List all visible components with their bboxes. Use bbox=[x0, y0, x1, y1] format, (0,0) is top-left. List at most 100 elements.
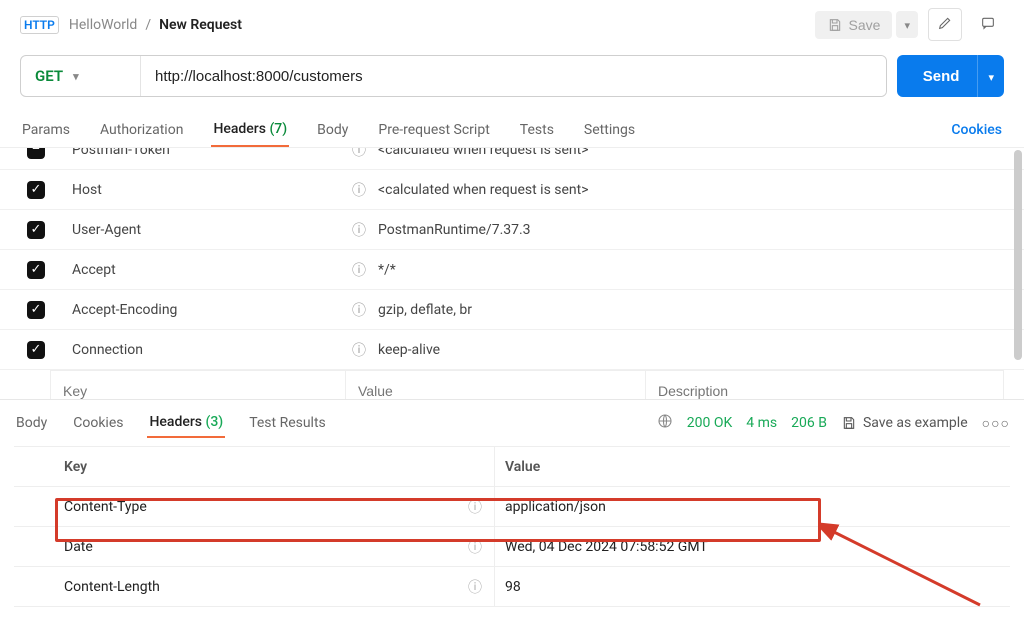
checkbox[interactable] bbox=[27, 221, 45, 239]
comments-button[interactable] bbox=[972, 9, 1004, 40]
tab-settings[interactable]: Settings bbox=[582, 114, 637, 146]
header-key[interactable]: User-Agent bbox=[72, 222, 352, 238]
info-icon[interactable]: ⓘ bbox=[468, 537, 494, 557]
header-desc-input[interactable] bbox=[646, 371, 1003, 400]
header-value[interactable]: */* bbox=[378, 262, 1024, 278]
resp-tab-cookies[interactable]: Cookies bbox=[71, 409, 125, 437]
cookies-link[interactable]: Cookies bbox=[949, 114, 1004, 146]
response-meta: 200 OK 4 ms 206 B Save as example ○○○ bbox=[657, 413, 1010, 433]
url-input[interactable] bbox=[141, 56, 886, 96]
save-button[interactable]: Save bbox=[815, 11, 893, 39]
resp-header-key: Date bbox=[64, 539, 468, 555]
resp-headers-count: (3) bbox=[205, 414, 223, 430]
info-icon[interactable]: ⓘ bbox=[352, 220, 378, 240]
header-input-row bbox=[50, 370, 1004, 400]
more-menu-button[interactable]: ○○○ bbox=[982, 415, 1010, 432]
request-tabs: Params Authorization Headers (7) Body Pr… bbox=[0, 109, 1024, 148]
header-value[interactable]: <calculated when request is sent> bbox=[378, 182, 1024, 198]
table-row: Dateⓘ Wed, 04 Dec 2024 07:58:52 GMT bbox=[14, 527, 1010, 567]
resp-header-value: 98 bbox=[505, 579, 521, 595]
header-value[interactable]: keep-alive bbox=[378, 342, 1024, 358]
url-group: GET ▾ bbox=[20, 55, 887, 97]
resp-tab-headers-label: Headers bbox=[149, 414, 202, 430]
send-dropdown-button[interactable]: ▾ bbox=[977, 55, 1004, 97]
method-label: GET bbox=[35, 67, 63, 85]
save-label: Save bbox=[849, 17, 881, 33]
breadcrumb: HelloWorld / New Request bbox=[69, 17, 242, 33]
method-select[interactable]: GET ▾ bbox=[21, 56, 141, 96]
http-badge: HTTP bbox=[20, 16, 59, 34]
table-row: Postman-Token ⓘ <calculated when request… bbox=[0, 148, 1024, 170]
checkbox[interactable] bbox=[27, 301, 45, 319]
table-row: Host ⓘ <calculated when request is sent> bbox=[0, 170, 1024, 210]
header-key[interactable]: Accept-Encoding bbox=[72, 302, 352, 318]
request-row: GET ▾ Send ▾ bbox=[0, 49, 1024, 109]
comment-icon bbox=[980, 15, 996, 31]
tab-prerequest[interactable]: Pre-request Script bbox=[376, 114, 491, 146]
resp-tab-testresults[interactable]: Test Results bbox=[247, 409, 328, 437]
header-key[interactable]: Connection bbox=[72, 342, 352, 358]
scrollbar-thumb[interactable] bbox=[1014, 150, 1022, 360]
breadcrumb-sep: / bbox=[145, 17, 151, 33]
table-row: Content-Typeⓘ application/json bbox=[14, 487, 1010, 527]
pencil-icon bbox=[937, 15, 953, 31]
header-key[interactable]: Host bbox=[72, 182, 352, 198]
response-tabs: Body Cookies Headers (3) Test Results 20… bbox=[0, 400, 1024, 446]
save-dropdown-button[interactable]: ▾ bbox=[896, 11, 918, 38]
col-key: Key bbox=[14, 459, 494, 475]
info-icon[interactable]: ⓘ bbox=[352, 300, 378, 320]
tab-headers[interactable]: Headers (7) bbox=[211, 113, 289, 147]
header-key[interactable]: Postman-Token bbox=[72, 148, 352, 158]
resp-tab-headers[interactable]: Headers (3) bbox=[147, 408, 225, 438]
resp-header-key: Content-Length bbox=[64, 579, 468, 595]
header-value[interactable]: <calculated when request is sent> bbox=[378, 148, 1024, 158]
checkbox[interactable] bbox=[27, 181, 45, 199]
info-icon[interactable]: ⓘ bbox=[352, 180, 378, 200]
send-group: Send ▾ bbox=[897, 55, 1004, 97]
edit-button[interactable] bbox=[928, 8, 962, 41]
resp-tab-body[interactable]: Body bbox=[14, 409, 49, 437]
tab-authorization[interactable]: Authorization bbox=[98, 114, 185, 146]
save-icon bbox=[841, 415, 857, 431]
info-icon[interactable]: ⓘ bbox=[352, 340, 378, 360]
table-row: Accept-Encoding ⓘ gzip, deflate, br bbox=[0, 290, 1024, 330]
tab-headers-label: Headers bbox=[213, 121, 266, 137]
checkbox-indeterminate[interactable] bbox=[27, 148, 45, 159]
checkbox[interactable] bbox=[27, 341, 45, 359]
status-code: 200 OK bbox=[687, 415, 733, 431]
header-value[interactable]: gzip, deflate, br bbox=[378, 302, 1024, 318]
save-example-label: Save as example bbox=[863, 415, 968, 431]
tab-tests[interactable]: Tests bbox=[518, 114, 556, 146]
globe-icon[interactable] bbox=[657, 413, 673, 433]
save-icon bbox=[827, 17, 843, 33]
table-row: Content-Lengthⓘ 98 bbox=[14, 567, 1010, 607]
request-headers-area: Postman-Token ⓘ <calculated when request… bbox=[0, 148, 1024, 400]
col-value: Value bbox=[494, 447, 1010, 486]
send-button[interactable]: Send bbox=[897, 55, 986, 97]
top-bar: HTTP HelloWorld / New Request Save ▾ bbox=[0, 0, 1024, 49]
chevron-down-icon: ▾ bbox=[988, 72, 994, 84]
header-value-input[interactable] bbox=[346, 371, 646, 400]
table-row: Connection ⓘ keep-alive bbox=[0, 330, 1024, 370]
response-headers-table: Key Value Content-Typeⓘ application/json… bbox=[14, 446, 1010, 607]
chevron-down-icon: ▾ bbox=[73, 70, 79, 83]
info-icon[interactable]: ⓘ bbox=[468, 577, 494, 597]
checkbox[interactable] bbox=[27, 261, 45, 279]
response-size: 206 B bbox=[791, 415, 827, 431]
table-row: User-Agent ⓘ PostmanRuntime/7.37.3 bbox=[0, 210, 1024, 250]
response-time: 4 ms bbox=[746, 415, 777, 431]
info-icon[interactable]: ⓘ bbox=[468, 497, 494, 517]
info-icon[interactable]: ⓘ bbox=[352, 148, 378, 160]
tab-body[interactable]: Body bbox=[315, 114, 350, 146]
resp-header-key: Content-Type bbox=[64, 499, 468, 515]
tab-headers-count: (7) bbox=[269, 121, 287, 137]
save-example-button[interactable]: Save as example bbox=[841, 415, 968, 431]
table-row: Accept ⓘ */* bbox=[0, 250, 1024, 290]
header-value[interactable]: PostmanRuntime/7.37.3 bbox=[378, 222, 1024, 238]
tab-params[interactable]: Params bbox=[20, 114, 72, 146]
header-key[interactable]: Accept bbox=[72, 262, 352, 278]
breadcrumb-current: New Request bbox=[159, 17, 242, 33]
info-icon[interactable]: ⓘ bbox=[352, 260, 378, 280]
header-key-input[interactable] bbox=[51, 371, 346, 400]
breadcrumb-parent[interactable]: HelloWorld bbox=[69, 17, 137, 33]
